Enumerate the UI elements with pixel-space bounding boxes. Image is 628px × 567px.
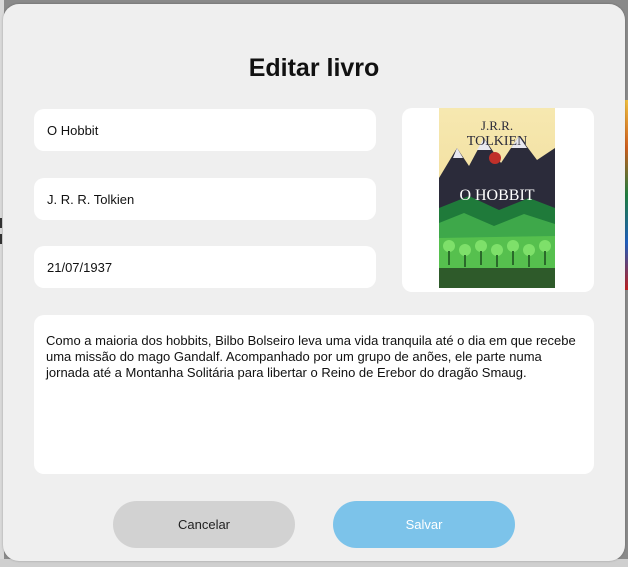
publication-date-input[interactable]	[34, 246, 376, 288]
cover-book-title: O HOBBIT	[459, 187, 534, 204]
save-button[interactable]: Salvar	[333, 501, 515, 548]
cover-author-line1: J.R.R.	[481, 118, 513, 133]
book-cover-image: J.R.R. TOLKIEN O HOBBIT	[439, 108, 555, 288]
modal-title: Editar livro	[248, 54, 380, 82]
book-author-input[interactable]	[34, 178, 376, 220]
book-cover-container[interactable]: J.R.R. TOLKIEN O HOBBIT	[402, 108, 594, 292]
background-mark	[0, 234, 2, 244]
cancel-button[interactable]: Cancelar	[113, 501, 295, 548]
edit-book-modal: Editar livro O Hobbit J. R. R. Tolkien 2…	[3, 4, 625, 561]
cover-author-line2: TOLKIEN	[467, 134, 527, 149]
book-description-textarea[interactable]: Como a maioria dos hobbits, Bilbo Bolsei…	[34, 315, 594, 474]
background-mark	[0, 218, 2, 228]
book-title-input[interactable]	[34, 109, 376, 151]
